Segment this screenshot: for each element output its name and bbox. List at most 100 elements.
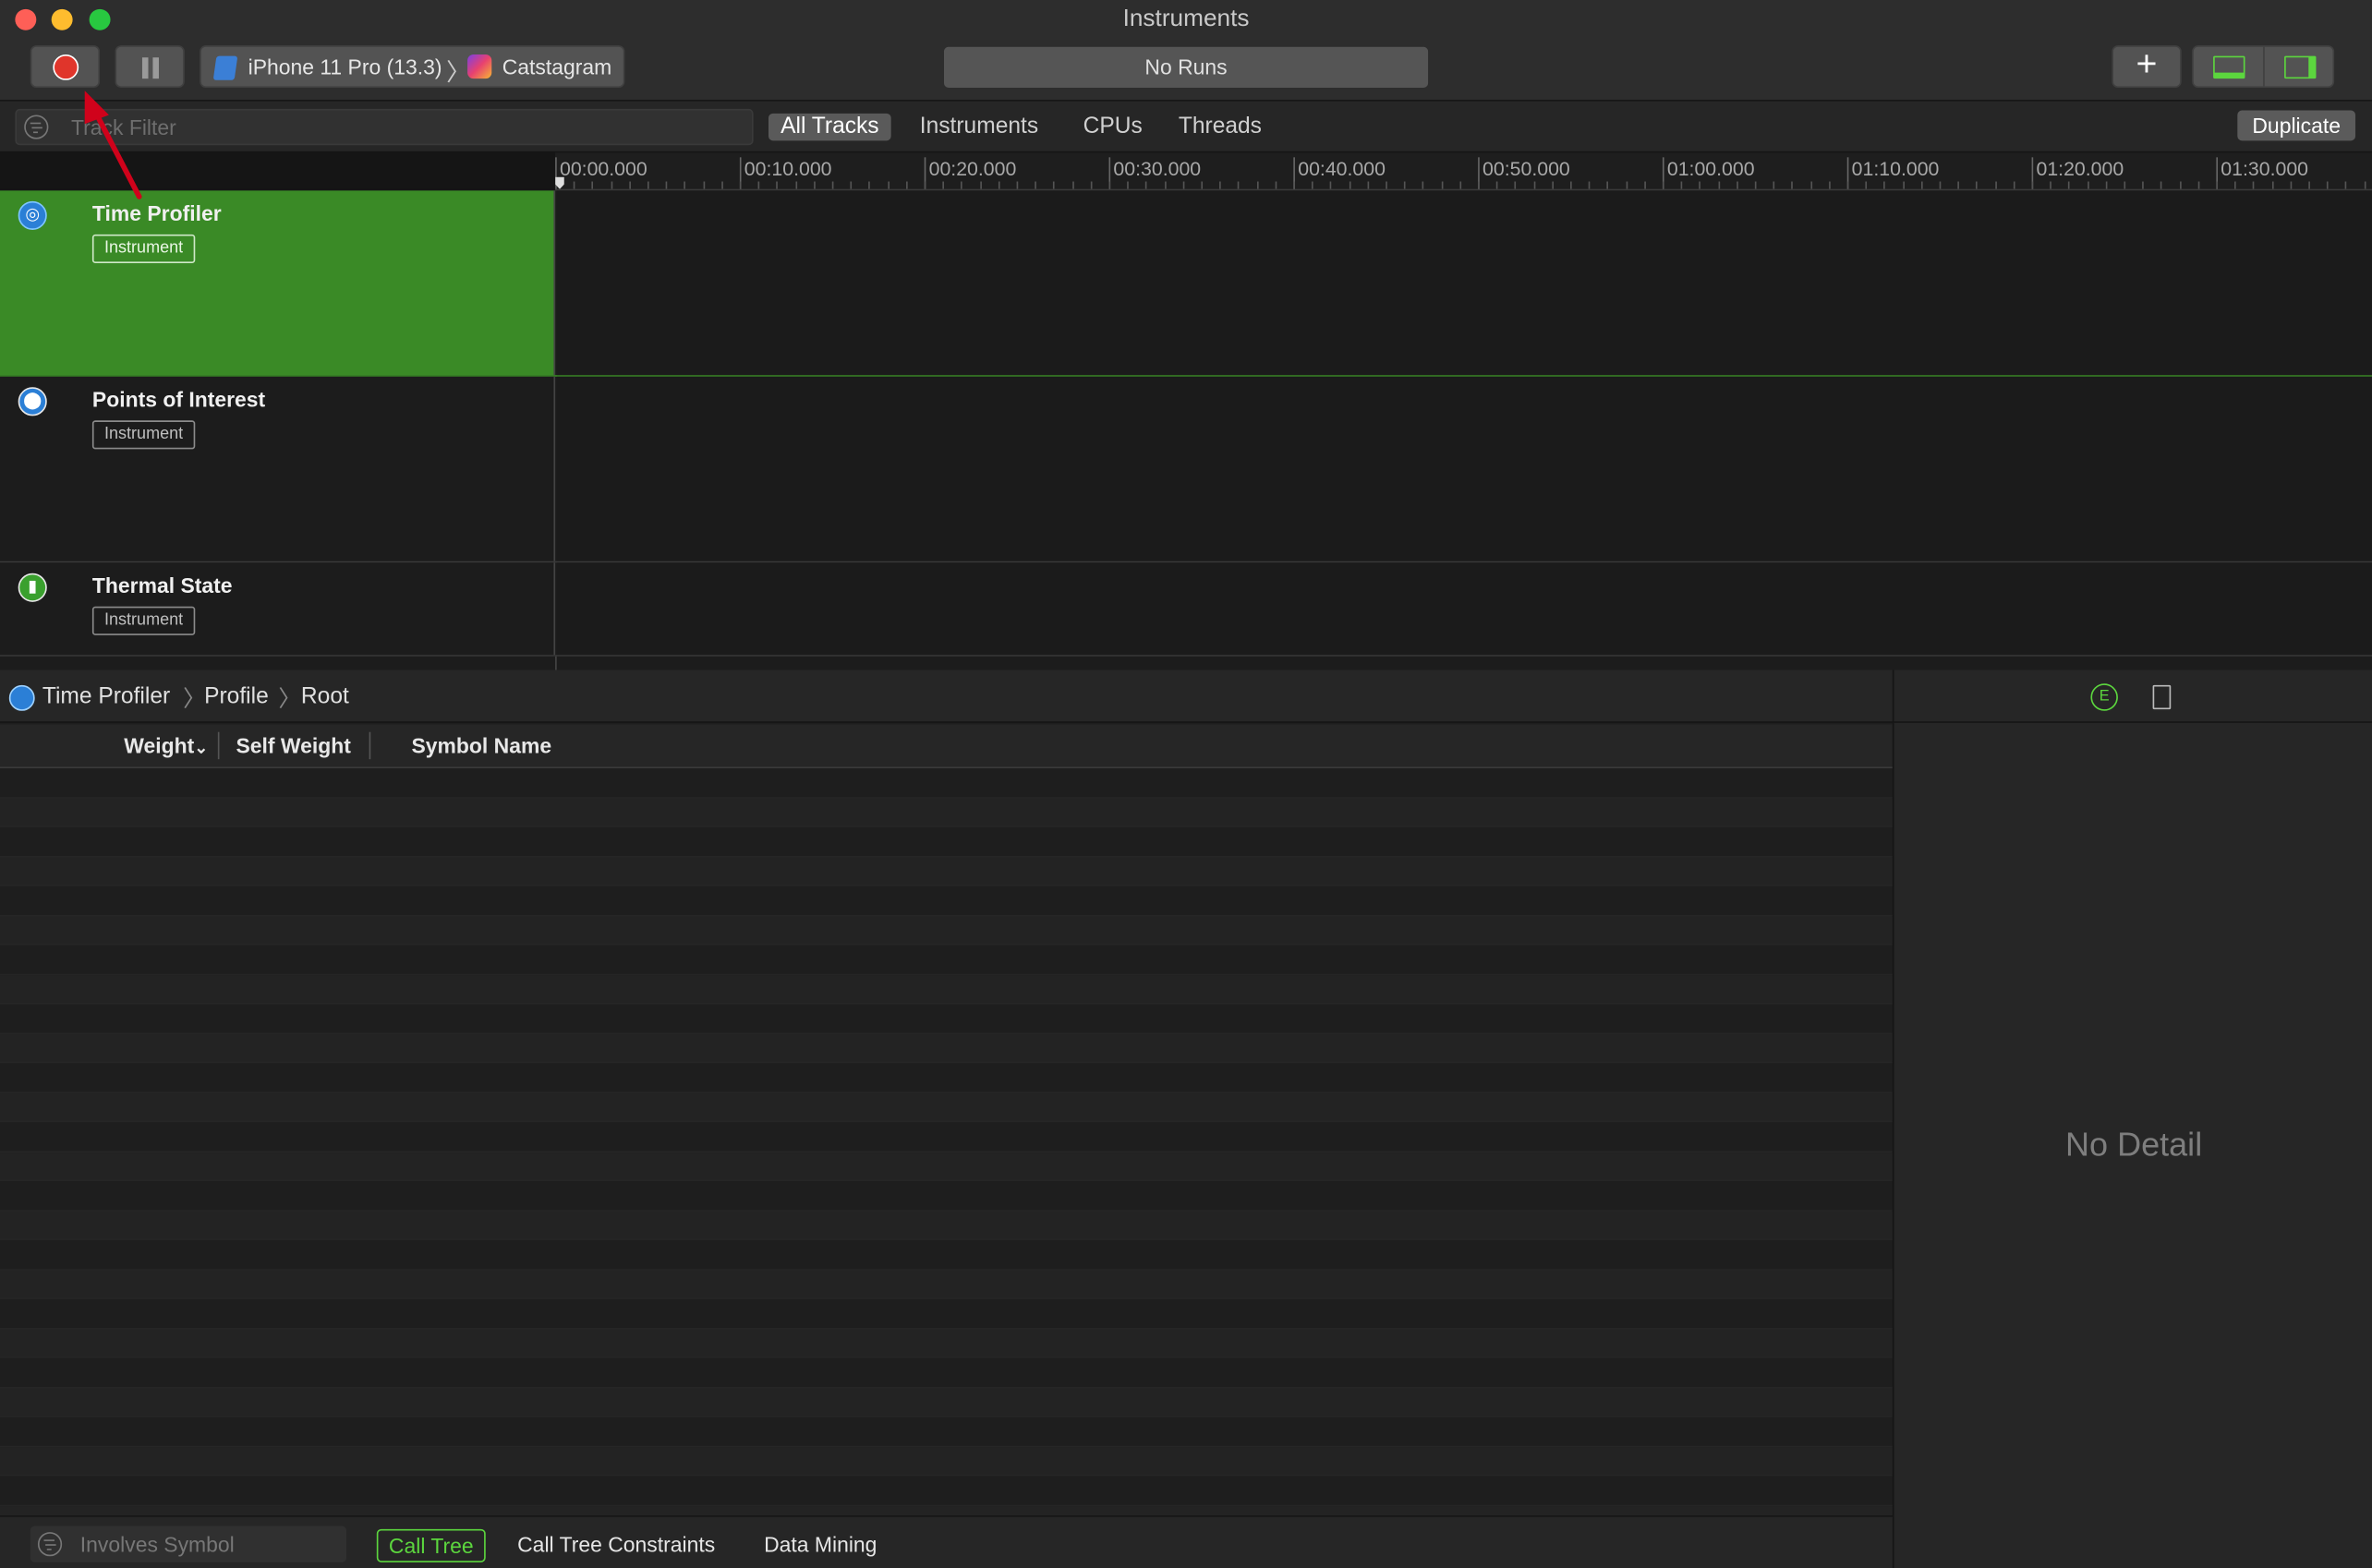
toggle-right-panel-button[interactable]	[2265, 47, 2334, 87]
breadcrumb-item[interactable]: Root	[301, 683, 349, 709]
table-row[interactable]	[0, 1004, 1893, 1034]
target-selector[interactable]: iPhone 11 Pro (13.3) 〉 Catstagram	[200, 45, 625, 88]
ruler-minor-tick	[1846, 181, 1849, 189]
ruler-minor-tick	[757, 181, 760, 189]
ruler-minor-tick	[1939, 181, 1942, 189]
toggle-bottom-panel-button[interactable]	[2194, 46, 2265, 87]
track-filter-input[interactable]: Track Filter	[15, 108, 754, 146]
table-row[interactable]	[0, 1446, 1893, 1477]
tab-data-mining[interactable]: Data Mining	[754, 1529, 888, 1562]
table-row[interactable]	[0, 1417, 1893, 1447]
ruler-minor-tick	[1883, 181, 1886, 189]
table-row[interactable]	[0, 945, 1893, 975]
track-header[interactable]: ▮ Thermal State Instrument	[0, 562, 556, 656]
track-header[interactable]: ⬤ Points of Interest Instrument	[0, 376, 556, 561]
chevron-down-icon: ⌄	[194, 739, 209, 758]
record-icon	[53, 54, 79, 80]
ruler-minor-tick	[665, 181, 668, 189]
ruler-minor-tick	[1957, 181, 1960, 189]
ruler-minor-tick	[2124, 181, 2126, 189]
track-thermal-state[interactable]: ▮ Thermal State Instrument	[0, 562, 2372, 657]
ruler-minor-tick	[2327, 181, 2329, 189]
tab-instruments[interactable]: Instruments	[908, 114, 1051, 140]
table-row[interactable]	[0, 1122, 1893, 1152]
pause-button[interactable]	[115, 45, 185, 88]
table-row[interactable]	[0, 1181, 1893, 1212]
time-profiler-icon: ◎	[18, 200, 47, 230]
run-selector[interactable]: No Runs	[943, 46, 1429, 88]
track-timeline[interactable]	[556, 190, 2372, 376]
ruler-minor-tick	[1791, 181, 1794, 189]
table-row[interactable]	[0, 1387, 1893, 1417]
table-row[interactable]	[0, 1033, 1893, 1064]
timeline-tick: 00:00.000	[555, 157, 647, 189]
table-row[interactable]	[0, 1092, 1893, 1123]
ruler-minor-tick	[2271, 181, 2273, 189]
breadcrumb-item[interactable]: Time Profiler	[42, 683, 170, 709]
track-points-of-interest[interactable]: ⬤ Points of Interest Instrument	[0, 376, 2372, 563]
table-row[interactable]	[0, 974, 1893, 1005]
ruler-minor-tick	[868, 181, 871, 189]
timeline-ruler[interactable]: 00:00.000 00:10.000 00:20.000 00:30.000 …	[555, 152, 2372, 191]
timeline-tick: 00:30.000	[1108, 157, 1201, 189]
ruler-minor-tick	[2290, 181, 2292, 189]
time-profiler-icon	[8, 684, 35, 711]
ruler-minor-tick	[1662, 181, 1664, 189]
ruler-minor-tick	[776, 181, 779, 189]
duplicate-button[interactable]: Duplicate	[2237, 110, 2356, 141]
table-row[interactable]	[0, 1328, 1893, 1358]
table-row[interactable]	[0, 1269, 1893, 1299]
table-row[interactable]	[0, 1152, 1893, 1182]
table-row[interactable]	[0, 1239, 1893, 1270]
column-symbol-name[interactable]: Symbol Name	[411, 733, 551, 757]
track-area-remainder	[0, 656, 2372, 670]
ruler-minor-tick	[1367, 181, 1369, 189]
table-row[interactable]	[0, 1298, 1893, 1329]
ruler-minor-tick	[2068, 181, 2071, 189]
add-instrument-button[interactable]: +	[2112, 45, 2182, 88]
tab-threads[interactable]: Threads	[1167, 114, 1274, 140]
ruler-minor-tick	[1016, 181, 1019, 189]
ruler-minor-tick	[1256, 181, 1258, 189]
document-icon[interactable]	[2152, 684, 2172, 710]
ruler-minor-tick	[1293, 181, 1295, 189]
ruler-minor-tick	[739, 181, 742, 189]
breadcrumb-item[interactable]: Profile	[204, 683, 269, 709]
ruler-minor-tick	[1809, 181, 1812, 189]
ruler-minor-tick	[2142, 181, 2145, 189]
tab-all-tracks[interactable]: All Tracks	[768, 113, 891, 141]
track-time-profiler[interactable]: ◎ Time Profiler Instrument	[0, 190, 2372, 377]
track-timeline[interactable]	[556, 376, 2372, 561]
table-row[interactable]	[0, 856, 1893, 887]
track-timeline[interactable]	[556, 562, 2372, 656]
ruler-minor-tick	[2160, 181, 2163, 189]
device-icon	[212, 55, 238, 80]
extended-detail-icon[interactable]: E	[2090, 683, 2118, 711]
table-row[interactable]	[0, 768, 1893, 798]
ruler-minor-tick	[1570, 181, 1572, 189]
ruler-minor-tick	[813, 181, 816, 189]
record-button[interactable]	[30, 45, 101, 88]
table-row[interactable]	[0, 1505, 1893, 1516]
ruler-minor-tick	[1552, 181, 1554, 189]
column-weight[interactable]: Weight⌄	[124, 733, 208, 757]
ruler-minor-tick	[942, 181, 945, 189]
track-badge: Instrument	[91, 606, 196, 635]
table-row[interactable]	[0, 1063, 1893, 1093]
tab-call-tree[interactable]: Call Tree	[376, 1528, 486, 1562]
table-row[interactable]	[0, 797, 1893, 827]
table-row[interactable]	[0, 915, 1893, 946]
table-row[interactable]	[0, 1211, 1893, 1240]
tab-call-tree-constraints[interactable]: Call Tree Constraints	[507, 1529, 726, 1562]
table-row[interactable]	[0, 1357, 1893, 1388]
table-row[interactable]	[0, 826, 1893, 857]
column-self-weight[interactable]: Self Weight	[236, 733, 350, 757]
table-row[interactable]	[0, 886, 1893, 916]
call-tree-table[interactable]	[0, 768, 1893, 1516]
track-header[interactable]: ◎ Time Profiler Instrument	[0, 190, 556, 376]
ruler-minor-tick	[1717, 181, 1720, 189]
tab-cpus[interactable]: CPUs	[1071, 114, 1155, 140]
involves-symbol-input[interactable]: Involves Symbol	[30, 1526, 347, 1562]
no-detail-text: No Detail	[2065, 1125, 2203, 1164]
table-row[interactable]	[0, 1476, 1893, 1506]
